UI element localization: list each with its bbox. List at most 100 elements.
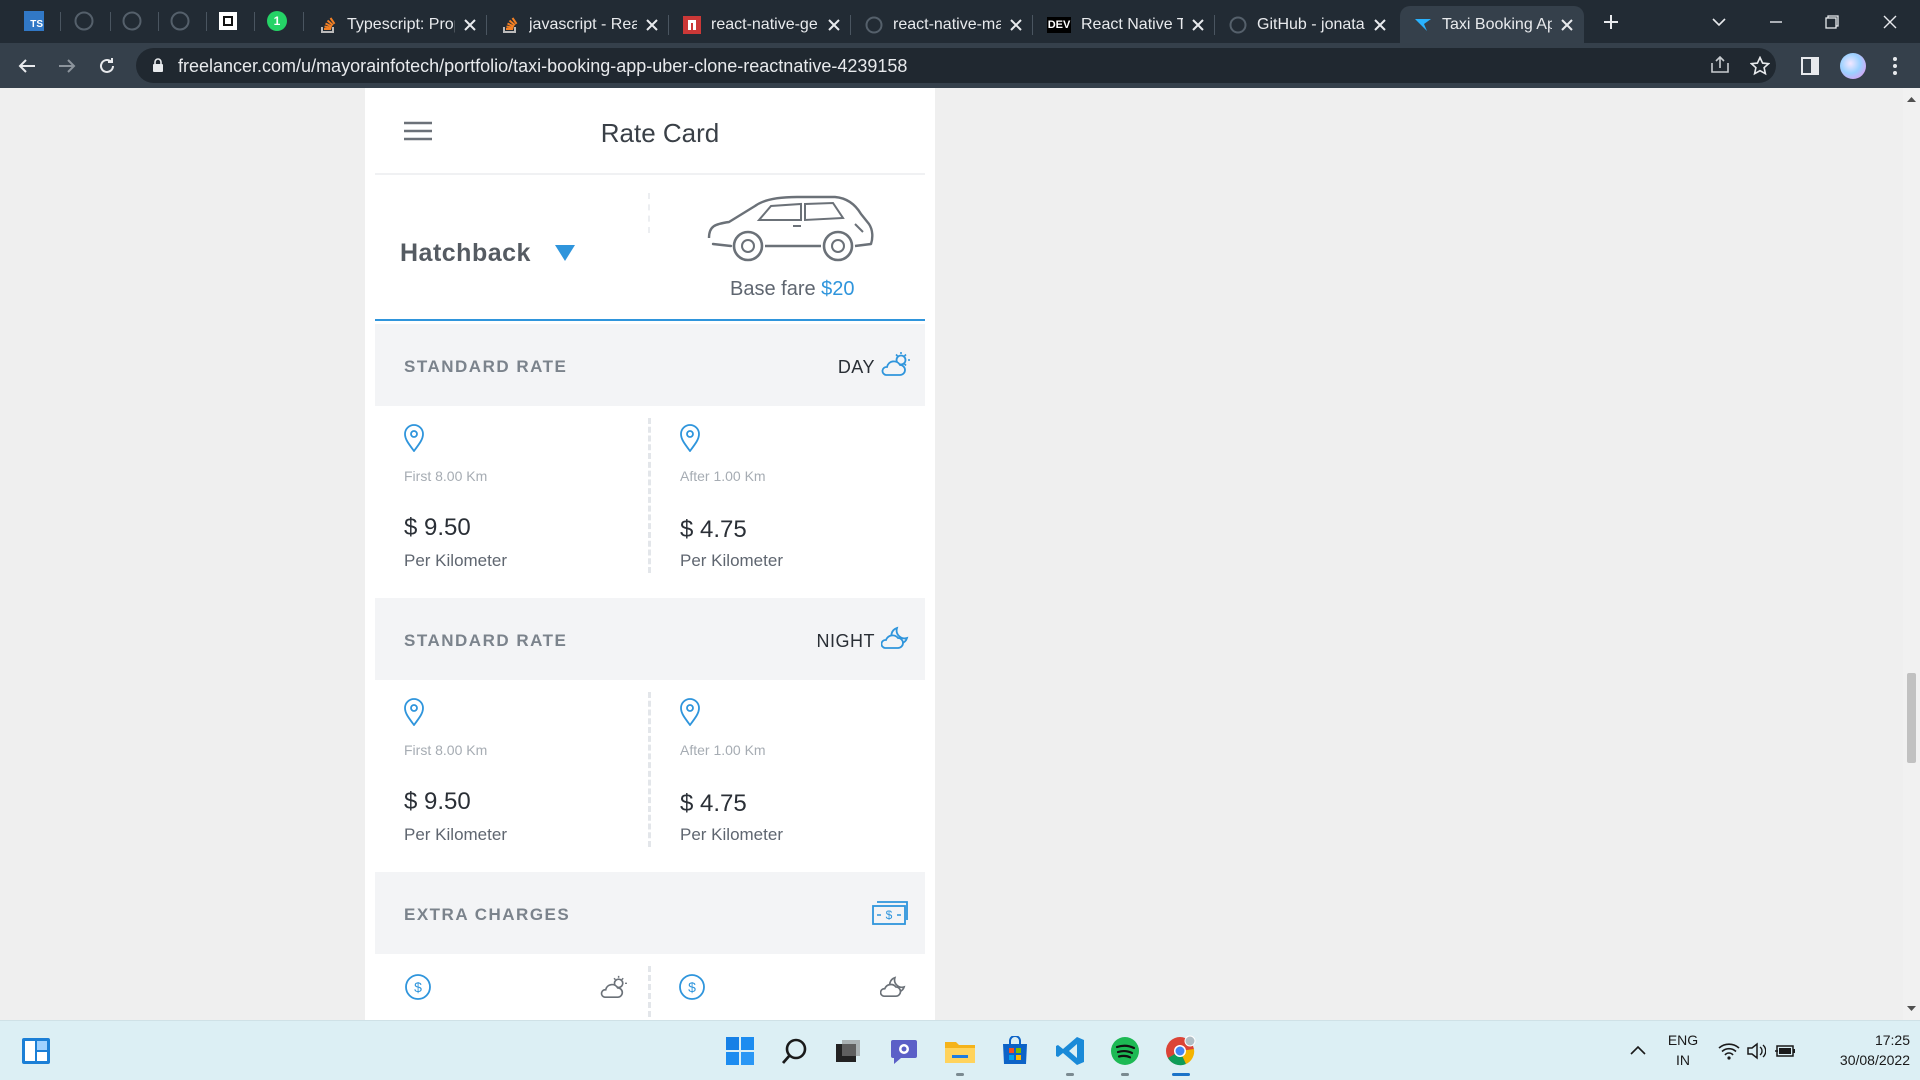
tab-taxi-booking[interactable]: Taxi Booking Ap [1400,6,1584,43]
price-value: $ 9.50 [404,514,471,541]
search-button[interactable] [777,1033,813,1069]
scroll-down-icon[interactable] [1907,1006,1916,1012]
close-tab-icon[interactable] [825,16,843,34]
file-explorer-icon [945,1042,975,1063]
stackoverflow-icon [319,16,337,34]
share-icon[interactable] [1710,56,1730,74]
region-code: IN [1676,1052,1690,1068]
spotify-button[interactable] [1107,1033,1143,1069]
scrollbar-thumb[interactable] [1907,673,1916,763]
battery-icon[interactable] [1774,1043,1796,1059]
search-icon [781,1038,807,1064]
windows-taskbar: ENG IN 17:25 30/08/2022 [0,1020,1920,1080]
tab-react-native-ta[interactable]: DEV React Native Ta [1033,6,1215,43]
reload-icon [100,58,114,73]
tab-github-jonata[interactable]: GitHub - jonata [1215,6,1397,43]
spotify-icon [1111,1037,1139,1065]
minimize-icon [1770,21,1782,23]
pinned-tab-whatsapp[interactable]: 1 [265,9,289,33]
chrome-button[interactable] [1162,1033,1198,1069]
browser-toolbar: freelancer.com/u/mayorainfotech/portfoli… [0,43,1920,88]
new-tab-button[interactable] [1597,8,1625,36]
back-button[interactable] [12,51,42,81]
standard-rate-day-header: STANDARD RATE DAY [375,324,925,406]
pinned-tab-notion[interactable] [216,9,240,33]
store-icon [1003,1036,1027,1064]
whatsapp-icon: 1 [267,11,287,31]
side-panel-icon [1801,57,1819,75]
plus-icon [1604,15,1618,29]
pinned-tab-github-1[interactable] [72,9,96,33]
dollar-circle-icon: $ [679,974,705,1000]
pinned-tab-typescript[interactable]: TS [22,9,46,33]
tab-typescript-prop[interactable]: Typescript: Prop [305,6,487,43]
teams-chat-button[interactable] [886,1033,922,1069]
language-indicator[interactable]: ENG IN [1664,1032,1702,1068]
vehicle-type-dropdown[interactable]: Hatchback [400,228,600,278]
price-unit: Per Kilometer [680,825,783,844]
file-explorer-button[interactable] [942,1033,978,1069]
vscode-button[interactable] [1052,1033,1088,1069]
restore-button[interactable] [1818,8,1846,36]
start-button[interactable] [722,1033,758,1069]
restore-icon [1825,15,1839,29]
section-heading: STANDARD RATE [404,357,568,376]
task-view-button[interactable] [830,1033,866,1069]
close-tab-icon[interactable] [461,16,479,34]
price-value: $ 4.75 [680,516,747,543]
close-tab-icon[interactable] [1189,16,1207,34]
github-icon [122,11,142,31]
minimize-button[interactable] [1762,8,1790,36]
volume-icon[interactable] [1746,1042,1766,1060]
reload-button[interactable] [92,51,122,81]
price-unit: Per Kilometer [404,825,507,844]
period-label: DAY [837,357,875,377]
wifi-icon[interactable] [1718,1042,1740,1060]
date: 30/08/2022 [1839,1052,1910,1068]
distance-label: First 8.00 Km [404,468,488,484]
distance-label: After 1.00 Km [680,468,766,484]
period-label: NIGHT [816,631,875,651]
star-icon[interactable] [1750,56,1770,76]
car-illustration [705,192,875,262]
pinned-tab-github-3[interactable] [168,9,192,33]
scroll-up-icon[interactable] [1907,96,1916,102]
widgets-button[interactable] [18,1033,54,1069]
forward-button[interactable] [52,51,82,81]
address-bar[interactable]: freelancer.com/u/mayorainfotech/portfoli… [136,48,1776,83]
cash-icon: $ [872,901,908,925]
caret-down-icon [554,245,575,261]
show-hidden-icons-chevron-up-icon[interactable] [1630,1045,1646,1055]
github-icon [170,11,190,31]
close-tab-icon[interactable] [1558,16,1576,34]
store-button[interactable] [997,1033,1033,1069]
close-tab-icon[interactable] [1007,16,1025,34]
tab-react-native-ge[interactable]: react-native-ge [669,6,851,43]
vehicle-type-label: Hatchback [400,238,531,267]
url-text: freelancer.com/u/mayorainfotech/portfoli… [178,56,908,76]
tab-title: GitHub - jonata [1257,15,1365,33]
base-fare: Base fare $20 [730,278,855,301]
close-tab-icon[interactable] [1371,16,1389,34]
task-view-icon [836,1040,860,1062]
close-tab-icon[interactable] [643,16,661,34]
close-window-button[interactable] [1876,8,1904,36]
clock[interactable]: 17:25 30/08/2022 [1810,1032,1910,1068]
page-title: Rate Card [600,118,720,148]
chevron-down-icon [1712,18,1726,27]
page-scrollbar[interactable] [1903,88,1920,1020]
tab-react-native-ma[interactable]: react-native-ma [851,6,1033,43]
tab-javascript-react[interactable]: javascript - Rea [487,6,669,43]
price-unit: Per Kilometer [404,551,507,570]
time: 17:25 [1874,1032,1910,1048]
pinned-tab-github-2[interactable] [120,9,144,33]
chrome-icon [1166,1035,1196,1066]
tab-search-button[interactable] [1705,8,1733,36]
widgets-icon [22,1038,50,1064]
lock-icon [153,58,163,72]
browser-menu-button[interactable] [1880,51,1910,81]
tab-title: Taxi Booking Ap [1442,15,1552,33]
side-panel-button[interactable] [1795,51,1825,81]
profile-button[interactable] [1838,51,1868,81]
start-icon [726,1037,754,1065]
